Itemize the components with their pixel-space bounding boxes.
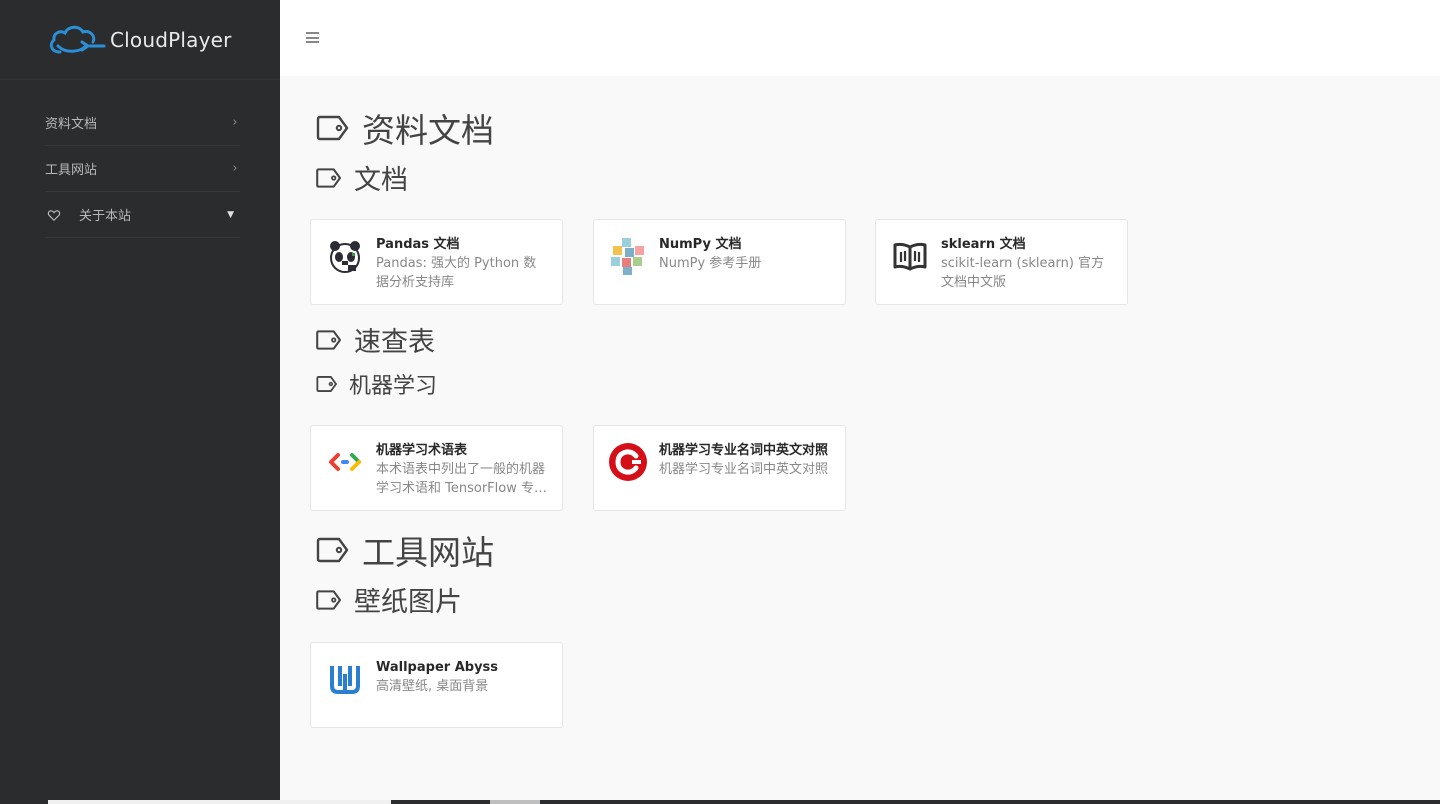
card-description: 本术语表中列出了一般的机器学习术语和 TensorFlow 专用术语 (376, 462, 547, 496)
site-card-ml-terms[interactable]: 机器学习专业名词中英文对照 机器学习专业名词中英文对照 (593, 425, 846, 511)
site-card-wallpaper-abyss[interactable]: Wallpaper Abyss 高清壁纸, 桌面背景 (310, 642, 563, 728)
main-content: 资料文档 文档 Pandas 文档 Pandas: 强大的 Python 数据分… (280, 76, 1440, 804)
site-card-ml-glossary[interactable]: 机器学习术语表 本术语表中列出了一般的机器学习术语和 TensorFlow 专用… (310, 425, 563, 511)
numpy-cubes-icon (608, 236, 648, 276)
heart-icon (47, 209, 61, 221)
wallpaper-abyss-w-icon (325, 659, 365, 699)
card-description: 机器学习专业名词中英文对照 (659, 462, 829, 477)
hamburger-menu-icon[interactable] (306, 32, 319, 45)
scrollbar-track-segment (48, 800, 391, 804)
card-title: Wallpaper Abyss (376, 660, 499, 675)
red-c-logo-icon (608, 442, 648, 482)
card-description: NumPy 参考手册 (659, 256, 762, 271)
site-card-pandas[interactable]: Pandas 文档 Pandas: 强大的 Python 数据分析支持库 (310, 219, 563, 305)
group-title: 速查表 (354, 327, 435, 358)
sidebar-nav: 资料文档 › 工具网站 › 关于本站 ▼ (0, 80, 280, 238)
brand-name: CloudPlayer (110, 27, 232, 52)
cloud-logo-icon (49, 25, 106, 53)
tag-icon (316, 115, 349, 141)
chevron-right-icon: › (232, 161, 238, 176)
site-card-sklearn[interactable]: sklearn 文档 scikit-learn (sklearn) 官方文档中文… (875, 219, 1128, 305)
card-title: 机器学习术语表 (376, 443, 468, 458)
group-heading: 文档 (315, 158, 408, 197)
tag-icon (316, 537, 349, 563)
site-card-numpy[interactable]: NumPy 文档 NumPy 参考手册 (593, 219, 846, 305)
subgroup-heading: 机器学习 (315, 368, 437, 400)
section-heading: 资料文档 (316, 104, 494, 152)
open-book-icon (890, 236, 930, 276)
section-heading: 工具网站 (316, 526, 494, 574)
card-title: Pandas 文档 (376, 237, 460, 252)
top-header (280, 0, 1440, 76)
sidebar: CloudPlayer 资料文档 › 工具网站 › 关于本站 ▼ (0, 0, 280, 804)
pandas-logo-icon (325, 236, 365, 276)
sidebar-item-label: 资料文档 (45, 117, 98, 132)
brand-logo[interactable]: CloudPlayer (0, 0, 280, 80)
tag-icon (316, 589, 342, 610)
group-title: 文档 (354, 165, 408, 196)
sidebar-item-label: 关于本站 (79, 209, 132, 224)
card-title: sklearn 文档 (941, 237, 1026, 252)
card-title: 机器学习专业名词中英文对照 (659, 443, 829, 458)
horizontal-scrollbar[interactable] (48, 800, 1440, 804)
subgroup-title: 机器学习 (349, 374, 438, 399)
sidebar-item-docs[interactable]: 资料文档 › (45, 100, 240, 146)
chevron-right-icon: › (232, 115, 238, 130)
code-brackets-icon (325, 442, 365, 482)
card-description: Pandas: 强大的 Python 数据分析支持库 (376, 256, 537, 290)
sidebar-item-about[interactable]: 关于本站 ▼ (45, 192, 240, 238)
card-description: scikit-learn (sklearn) 官方文档中文版 (941, 256, 1105, 290)
group-heading: 壁纸图片 (315, 580, 462, 619)
sidebar-item-tools[interactable]: 工具网站 › (45, 146, 240, 192)
card-title: NumPy 文档 (659, 237, 742, 252)
group-title: 壁纸图片 (354, 587, 462, 618)
caret-down-icon: ▼ (227, 209, 234, 220)
scrollbar-thumb[interactable] (490, 800, 540, 804)
card-description: 高清壁纸, 桌面背景 (376, 679, 489, 694)
tag-icon (316, 376, 337, 392)
tag-icon (316, 167, 342, 188)
section-title: 工具网站 (362, 533, 494, 572)
group-heading: 速查表 (315, 320, 435, 359)
section-title: 资料文档 (362, 111, 494, 150)
tag-icon (316, 329, 342, 350)
sidebar-item-label: 工具网站 (45, 163, 98, 178)
